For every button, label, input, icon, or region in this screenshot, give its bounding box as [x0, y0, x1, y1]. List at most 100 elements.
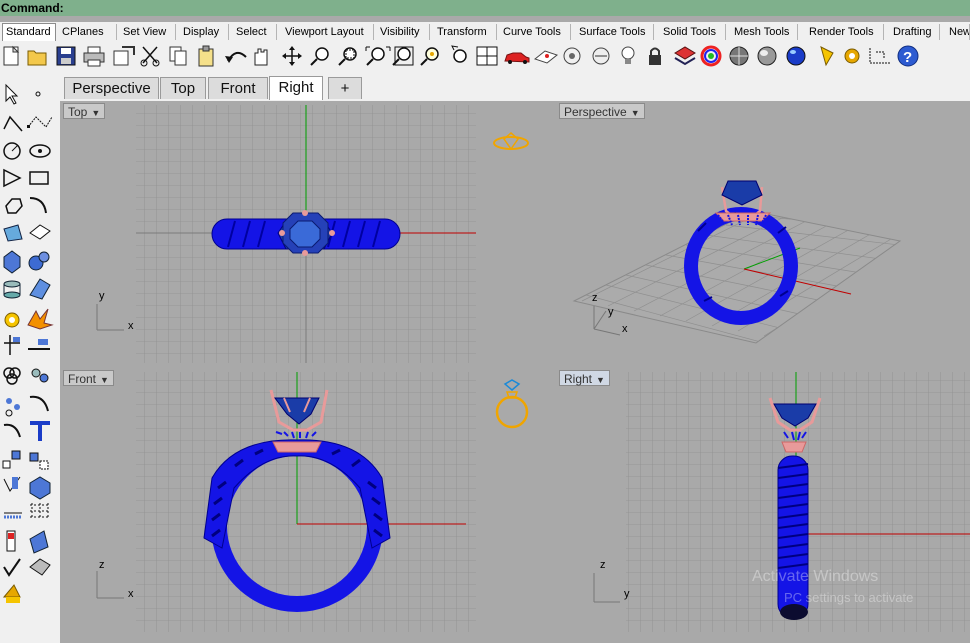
- viewport-title-perspective[interactable]: Perspective ▼: [559, 103, 645, 119]
- dimension-icon[interactable]: [4, 512, 22, 519]
- lock-icon[interactable]: [649, 47, 661, 66]
- dropdown-arrow-icon[interactable]: ▼: [100, 372, 109, 388]
- tab-standard[interactable]: Standard: [2, 23, 56, 41]
- boolean-union-icon[interactable]: [3, 367, 21, 385]
- rectangle-icon[interactable]: [29, 171, 49, 185]
- zoom-selected-icon[interactable]: [392, 46, 414, 66]
- tab-render-tools[interactable]: Render Tools: [806, 24, 884, 40]
- viewport-front[interactable]: Front ▼ z x: [60, 368, 553, 634]
- tab-add-viewport[interactable]: +: [328, 77, 362, 99]
- trim-icon[interactable]: [4, 335, 20, 355]
- tab-set-view[interactable]: Set View: [120, 24, 176, 40]
- ellipse-icon[interactable]: [29, 144, 51, 158]
- check-icon[interactable]: [3, 558, 21, 577]
- camera-icon[interactable]: [563, 47, 581, 65]
- point-icon[interactable]: [35, 91, 41, 97]
- viewport-title-top[interactable]: Top ▼: [63, 103, 106, 121]
- undo-icon[interactable]: [225, 51, 247, 63]
- polyline-icon[interactable]: [3, 115, 23, 132]
- export-icon[interactable]: [113, 46, 135, 66]
- render-icon[interactable]: [786, 46, 806, 66]
- snap-icon[interactable]: [869, 48, 890, 64]
- scale-icon[interactable]: [2, 450, 21, 469]
- array-icon[interactable]: [5, 398, 20, 417]
- tab-perspective[interactable]: Perspective: [64, 77, 159, 99]
- car-icon[interactable]: [504, 52, 530, 64]
- zoom-window-icon[interactable]: [338, 47, 357, 66]
- zoom-extents-icon[interactable]: [365, 46, 391, 66]
- sphere-icon[interactable]: [729, 46, 749, 66]
- dropdown-arrow-icon[interactable]: ▼: [91, 105, 100, 121]
- tab-new[interactable]: New: [946, 24, 970, 40]
- text-icon[interactable]: [30, 421, 50, 441]
- paste-icon[interactable]: [198, 45, 214, 67]
- offset-icon[interactable]: [3, 423, 21, 438]
- select-arrow-icon[interactable]: [5, 83, 19, 105]
- light-icon[interactable]: [820, 46, 834, 67]
- rotate-icon[interactable]: [282, 46, 302, 66]
- cut-icon[interactable]: [140, 46, 160, 67]
- tab-right[interactable]: Right: [269, 76, 323, 100]
- viewport-perspective[interactable]: Perspective ▼ z y x: [556, 101, 970, 365]
- layer-icon[interactable]: [674, 46, 696, 66]
- circle-icon[interactable]: [3, 142, 21, 160]
- curve-icon[interactable]: [27, 116, 53, 128]
- bulb-icon[interactable]: [621, 46, 635, 64]
- tab-solid-tools[interactable]: Solid Tools: [660, 24, 726, 40]
- help-icon[interactable]: ?: [897, 45, 919, 67]
- zoom-target-icon[interactable]: [420, 47, 439, 66]
- tab-viewport-layout[interactable]: Viewport Layout: [282, 24, 374, 40]
- print-icon[interactable]: [83, 46, 105, 67]
- save-icon[interactable]: [56, 46, 76, 66]
- boolean-difference-icon[interactable]: [31, 368, 49, 383]
- color-wheel-icon[interactable]: [700, 45, 722, 67]
- arc-tool-icon[interactable]: [29, 395, 49, 412]
- pan-icon[interactable]: [254, 48, 268, 66]
- tab-mesh-tools[interactable]: Mesh Tools: [731, 24, 798, 40]
- box-icon[interactable]: [3, 250, 21, 274]
- viewport-right[interactable]: Right ▼ z y Activate Windows PC settings …: [556, 368, 970, 634]
- document-icon[interactable]: [29, 530, 49, 554]
- paint-icon[interactable]: [2, 584, 21, 603]
- copy-icon[interactable]: [169, 46, 187, 66]
- viewport-title-front[interactable]: Front ▼: [63, 370, 114, 386]
- tab-select[interactable]: Select: [233, 24, 277, 40]
- tab-surface-tools[interactable]: Surface Tools: [576, 24, 654, 40]
- move-icon[interactable]: [29, 452, 49, 470]
- gear-icon[interactable]: [4, 312, 20, 328]
- tab-cplanes[interactable]: CPlanes: [59, 24, 117, 40]
- tab-drafting[interactable]: Drafting: [890, 24, 940, 40]
- split-icon[interactable]: [28, 339, 50, 350]
- viewport-top[interactable]: Top ▼ y x: [60, 101, 553, 365]
- surface-icon[interactable]: [3, 224, 23, 242]
- arc-icon[interactable]: [3, 168, 22, 188]
- grid-icon[interactable]: [533, 50, 559, 64]
- dropdown-arrow-icon[interactable]: ▼: [596, 372, 605, 388]
- render-icon-a[interactable]: [592, 47, 610, 65]
- open-icon[interactable]: [27, 50, 47, 66]
- tab-front[interactable]: Front: [208, 77, 268, 99]
- tab-visibility[interactable]: Visibility: [377, 24, 430, 40]
- extrude-icon[interactable]: [29, 224, 51, 240]
- new-icon[interactable]: [3, 45, 20, 66]
- four-viewports-icon[interactable]: [476, 46, 498, 66]
- edit-icon[interactable]: [3, 476, 21, 492]
- tab-transform[interactable]: Transform: [434, 24, 497, 40]
- polygon-icon[interactable]: [5, 198, 23, 214]
- zoom-icon[interactable]: [310, 47, 329, 66]
- sphere-shaded-icon[interactable]: [757, 46, 777, 66]
- tab-top[interactable]: Top: [160, 77, 206, 99]
- settings-icon[interactable]: [844, 48, 860, 64]
- shade-icon[interactable]: [29, 558, 51, 576]
- explode-icon[interactable]: [27, 308, 54, 330]
- undo-view-icon[interactable]: [451, 45, 467, 63]
- tab-curve-tools[interactable]: Curve Tools: [500, 24, 571, 40]
- measure-icon[interactable]: [6, 530, 16, 552]
- spheres-icon[interactable]: [28, 251, 50, 271]
- command-line[interactable]: Command:: [0, 0, 970, 16]
- viewport-title-right[interactable]: Right ▼: [559, 370, 610, 386]
- cylinder-icon[interactable]: [3, 280, 21, 299]
- dropdown-arrow-icon[interactable]: ▼: [631, 105, 640, 121]
- tab-display[interactable]: Display: [180, 24, 229, 40]
- solid-icon[interactable]: [29, 476, 51, 500]
